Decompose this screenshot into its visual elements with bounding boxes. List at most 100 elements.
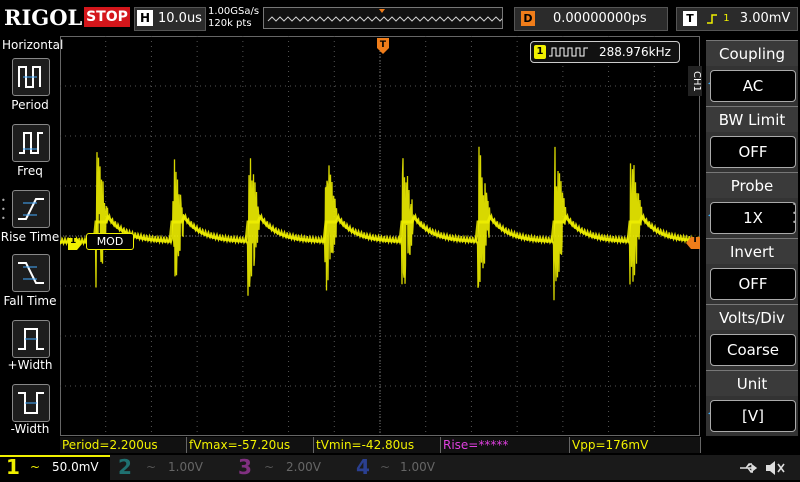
ch2-status[interactable]: 2 ~ 1.00V [110, 455, 230, 480]
acquisition-readout: 1.00GSa/s 120k pts [208, 6, 259, 30]
negative-width-button[interactable] [12, 384, 50, 422]
bw-limit-softkey[interactable]: OFF [706, 132, 798, 172]
probe-softkey[interactable]: ◀ 1X [706, 198, 798, 238]
ch3-scale: 2.00V [286, 460, 321, 474]
trigger-position-icon: T [377, 38, 389, 54]
probe-value: 1X [710, 202, 796, 234]
memory-waveform-icon [267, 9, 517, 22]
volts-div-softkey[interactable]: Coarse [706, 330, 798, 370]
ch2-number: 2 [118, 455, 132, 479]
usb-icon [740, 463, 758, 473]
positive-width-label: +Width [7, 358, 53, 372]
ch1-offset-marker[interactable]: 1 [68, 235, 82, 250]
rise-time-icon [18, 198, 44, 220]
ch1-scale: 50.0mV [52, 460, 99, 474]
freq-button[interactable] [12, 124, 50, 162]
measurement-rise[interactable]: Rise=***** [441, 437, 570, 453]
counter-value: 288.976kHz [599, 45, 671, 59]
rise-time-button[interactable] [12, 190, 50, 228]
measurement-vpp[interactable]: Vpp=176mV [570, 437, 701, 453]
unit-softkey[interactable]: ◀ [V] [706, 396, 798, 436]
bw-limit-title: BW Limit [706, 106, 798, 133]
ch1-marker-number: 1 [70, 236, 77, 246]
delay-letter: D [521, 11, 535, 26]
coupling-title: Coupling [706, 40, 798, 67]
trigger-level-marker[interactable]: T [686, 234, 700, 249]
negative-width-label: -Width [10, 422, 50, 436]
delay-value: 0.00000000ps [553, 11, 647, 26]
ch2-coupling: ~ [146, 460, 157, 474]
memory-depth: 120k pts [208, 18, 252, 29]
ch4-number: 4 [356, 455, 370, 479]
fall-time-button[interactable] [12, 254, 50, 292]
unit-value: [V] [710, 400, 796, 432]
ch3-number: 3 [238, 455, 252, 479]
measurement-tvmax[interactable]: fVmax=-57.20us [187, 437, 314, 453]
invert-value: OFF [710, 268, 796, 300]
ch3-coupling: ~ [264, 460, 275, 474]
panel-title: Horizontal [2, 38, 64, 52]
invert-softkey[interactable]: OFF [706, 264, 798, 304]
sample-rate: 1.00GSa/s [208, 6, 260, 17]
trigger-source: 1 [723, 13, 730, 24]
measurement-tvmin[interactable]: tVmin=-42.80us [314, 437, 441, 453]
ch3-status[interactable]: 3 ~ 2.00V [230, 455, 348, 480]
delay-readout[interactable]: D 0.00000000ps [514, 7, 668, 31]
channel-status-bar: 1 ~ 50.0mV 2 ~ 1.00V 3 ~ 2.00V 4 ~ 1.00V [0, 455, 800, 482]
trigger-edge-icon [707, 13, 718, 24]
channel-tab[interactable]: CH1 [688, 66, 702, 96]
rise-time-label: Rise Time [0, 230, 60, 244]
coupling-value: AC [710, 70, 796, 102]
channel-label[interactable]: MOD [86, 233, 134, 250]
frequency-counter: 1 288.976kHz [530, 41, 680, 63]
trigger-letter: T [683, 11, 697, 26]
volts-div-title: Volts/Div [706, 304, 798, 331]
ch4-status[interactable]: 4 ~ 1.00V [348, 455, 466, 480]
svg-text:T: T [380, 40, 387, 50]
ch4-scale: 1.00V [400, 460, 435, 474]
ch1-coupling: ~ [30, 460, 41, 474]
brand-logo: RIGOL [4, 5, 83, 30]
ch1-waveform-trace [59, 146, 700, 301]
ch1-number: 1 [6, 455, 20, 479]
positive-width-button[interactable] [12, 320, 50, 358]
period-icon [18, 66, 41, 88]
run-stop-status[interactable]: STOP [84, 7, 130, 27]
waveform-display[interactable] [59, 36, 700, 436]
menu-scroll-dots: • • • [792, 200, 797, 227]
ch4-coupling: ~ [380, 460, 391, 474]
period-label: Period [11, 98, 49, 112]
probe-title: Probe [706, 172, 798, 199]
measurement-period[interactable]: Period=2.200us [60, 437, 187, 453]
channel-menu: Coupling ◀ AC BW Limit OFF Probe ◀ 1X In… [706, 40, 800, 436]
timebase-value: 10.0us [158, 11, 202, 26]
positive-width-icon [18, 328, 44, 350]
negative-width-icon [18, 392, 44, 414]
square-wave-icon [549, 47, 588, 57]
coupling-softkey[interactable]: ◀ AC [706, 66, 798, 106]
counter-channel: 1 [534, 45, 546, 59]
speaker-muted-icon[interactable] [764, 459, 786, 477]
horizontal-measure-panel: Horizontal Period Freq Rise Time • • • Fal… [0, 36, 64, 436]
invert-title: Invert [706, 238, 798, 265]
period-button[interactable] [12, 58, 50, 96]
trigger-level-letter: T [692, 235, 699, 245]
bw-limit-value: OFF [710, 136, 796, 168]
trigger-readout[interactable]: T 1 3.00mV [676, 7, 798, 31]
horizontal-letter: H [137, 10, 153, 26]
freq-icon [19, 132, 43, 154]
trigger-level: 3.00mV [739, 11, 791, 26]
panel-scroll-dots: • • • [1, 196, 6, 223]
unit-title: Unit [706, 370, 798, 397]
freq-label: Freq [17, 164, 43, 178]
graticule [59, 36, 700, 436]
fall-time-icon [18, 262, 44, 284]
memory-overview-strip [263, 7, 517, 29]
ch1-status[interactable]: 1 ~ 50.0mV [0, 455, 110, 482]
top-status-bar: RIGOL STOP H 10.0us 1.00GSa/s 120k pts D 0… [0, 0, 800, 36]
trigger-position-marker[interactable]: T [377, 38, 389, 56]
fall-time-label: Fall Time [3, 294, 57, 308]
timebase-readout[interactable]: H 10.0us [134, 7, 206, 31]
ch2-scale: 1.00V [168, 460, 203, 474]
volts-div-value: Coarse [710, 334, 796, 366]
